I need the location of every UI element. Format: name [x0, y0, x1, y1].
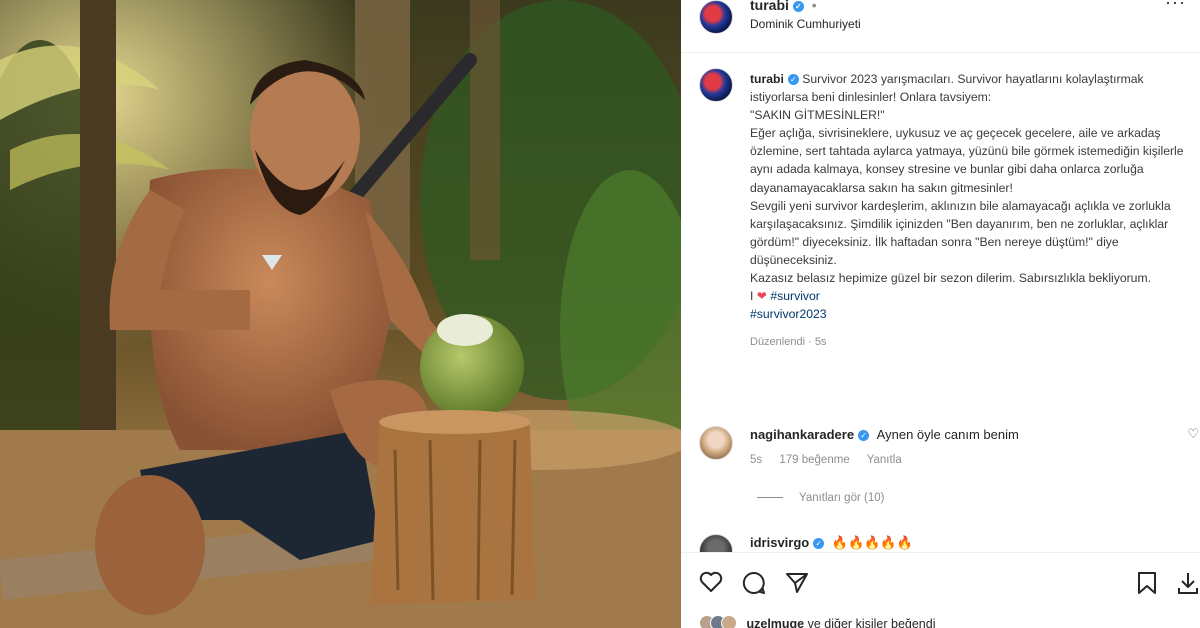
liked-by-username[interactable]: uzelmuge [746, 617, 804, 628]
verified-icon: ✓ [813, 538, 825, 549]
view-replies-button[interactable]: Yanıtları gör (10) [757, 492, 884, 504]
comment-line: nagihankaradere ✓ Aynen öyle canım benim [750, 427, 1019, 442]
post-location[interactable]: Dominik Cumhuriyeti [750, 17, 861, 31]
save-icon[interactable] [1136, 571, 1158, 595]
comment-line: idrisvirgo ✓ 🔥🔥🔥🔥🔥 [750, 535, 913, 551]
download-icon[interactable] [1176, 571, 1200, 595]
hashtag-survivor2023[interactable]: #survivor2023 [750, 307, 827, 321]
verified-icon: ✓ [792, 1, 804, 12]
comment-icon[interactable] [742, 571, 766, 595]
caption-heart-prefix: I [750, 289, 754, 304]
comment-time: 5s [750, 454, 763, 466]
liked-by-row[interactable]: uzelmuge ve diğer kişiler beğendi [699, 615, 935, 628]
verified-icon: ✓ [858, 430, 870, 441]
caption-text: turabi ✓ Survivor 2023 yarışmacıları. Sur… [750, 70, 1190, 351]
heart-icon: ❤ [756, 289, 767, 304]
commenter-username[interactable]: nagihankaradere [750, 427, 854, 442]
caption-username[interactable]: turabi [750, 72, 784, 86]
replies-divider [757, 497, 783, 499]
edited-timestamp: Düzenlendi · 5s [750, 336, 827, 349]
comment-likes[interactable]: 179 beğenme [779, 454, 849, 466]
verified-icon: ✓ [787, 74, 799, 85]
view-replies-label[interactable]: Yanıtları gör (10) [799, 492, 884, 504]
more-icon[interactable]: ··· [1165, 0, 1186, 13]
comment-like-icon[interactable]: ♡ [1187, 426, 1199, 442]
hashtag-survivor[interactable]: #survivor [770, 289, 819, 303]
separator-dot: • [811, 0, 817, 13]
liker-avatar [721, 615, 737, 628]
caption-avatar[interactable] [699, 68, 733, 102]
post-panel: turabi ✓ • Dominik Cumhuriyeti ··· turabi… [681, 0, 1200, 628]
comment-text: 🔥🔥🔥🔥🔥 [831, 535, 913, 550]
like-icon[interactable] [699, 571, 723, 593]
caption-line: Kazasız belasız hepimize güzel bir sezon… [750, 271, 1151, 286]
author-avatar[interactable] [699, 0, 733, 34]
caption-line: Survivor 2023 yarışmacıları. Survivor ha… [750, 72, 1144, 105]
post-header: turabi ✓ • Dominik Cumhuriyeti ··· [681, 0, 1200, 53]
comment-text: Aynen öyle canım benim [876, 427, 1019, 442]
author-username[interactable]: turabi [750, 0, 789, 13]
caption-line: Sevgili yeni survivor kardeşlerim, aklın… [750, 198, 1171, 267]
post-photo [0, 0, 681, 628]
share-icon[interactable] [785, 571, 809, 595]
author-username-row[interactable]: turabi ✓ • [750, 0, 817, 13]
caption-line: Eğer açlığa, sivrisineklere, uykusuz ve … [750, 126, 1184, 195]
reply-button[interactable]: Yanıtla [867, 454, 902, 466]
liked-by-rest[interactable]: ve diğer kişiler beğendi [808, 617, 936, 628]
commenter-username[interactable]: idrisvirgo [750, 535, 809, 550]
caption-line: "SAKIN GİTMESİNLER!" [750, 108, 885, 123]
action-bar: uzelmuge ve diğer kişiler beğendi [681, 552, 1200, 628]
comment-meta: 5s 179 beğenme Yanıtla [750, 454, 916, 466]
commenter-avatar[interactable] [699, 426, 733, 460]
